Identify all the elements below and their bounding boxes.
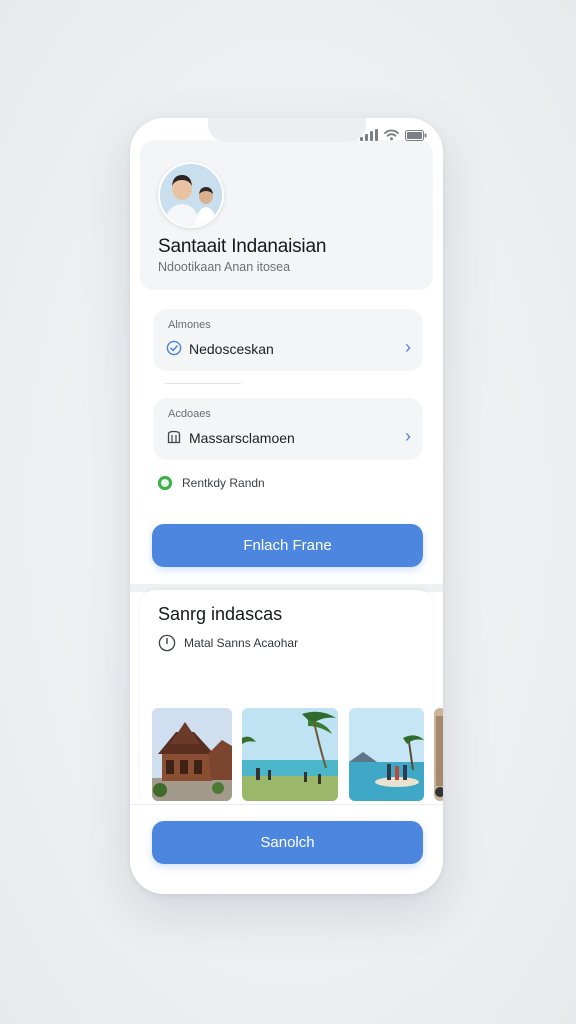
status-indicator: Rentkdy Randn: [158, 476, 265, 490]
check-circle-icon: [166, 340, 182, 356]
primary-action-button[interactable]: Fnlach Frane: [152, 524, 423, 567]
wifi-icon: [384, 129, 399, 141]
signal-icon: [360, 129, 378, 141]
phone-frame: Santaait Indanaisian Ndootikaan Anan ito…: [130, 118, 443, 894]
field-value: Nedosceskan: [189, 341, 274, 357]
field-label: Acdoaes: [168, 408, 211, 420]
avatar[interactable]: [158, 162, 224, 228]
field-value: Massarsclamoen: [189, 430, 295, 446]
gallery-thumb-2[interactable]: [242, 708, 338, 801]
status-text: Rentkdy Randn: [182, 476, 265, 490]
section-meta: Matal Sanns Acaohar: [158, 634, 298, 652]
lagoon-people-photo: [349, 708, 424, 801]
bottom-bar: Sanolch: [130, 804, 443, 894]
section-title: Sanrg indascas: [158, 604, 283, 624]
search-button[interactable]: Sanolch: [152, 821, 423, 864]
profile-subtitle: Ndootikaan Anan itosea: [158, 260, 291, 274]
field-acdoaes[interactable]: Acdoaes Massarsclamoen ›: [153, 398, 423, 460]
beach-palm-photo: [242, 708, 338, 801]
section-meta-text: Matal Sanns Acaohar: [184, 636, 299, 650]
building-icon: [167, 430, 181, 444]
phone-notch: [208, 118, 366, 142]
battery-icon: [405, 129, 427, 141]
divider: [165, 383, 241, 384]
people-photo-icon: [160, 164, 222, 226]
chevron-right-icon[interactable]: ›: [405, 426, 411, 447]
status-dot-icon: [158, 476, 172, 490]
field-almones[interactable]: Almones Nedosceskan ›: [153, 309, 423, 371]
field-label: Almones: [168, 319, 211, 331]
traditional-house-photo: [152, 708, 232, 801]
photo-gallery[interactable]: [152, 708, 443, 802]
gallery-thumb-3[interactable]: [349, 708, 424, 801]
gallery-thumb-1[interactable]: [152, 708, 232, 801]
clock-icon: [158, 634, 176, 652]
chevron-right-icon[interactable]: ›: [405, 337, 411, 358]
gallery-thumb-4[interactable]: [434, 708, 443, 801]
profile-name: Santaait Indanaisian: [158, 236, 327, 257]
status-bar: [360, 129, 427, 141]
temple-photo: [434, 708, 443, 801]
